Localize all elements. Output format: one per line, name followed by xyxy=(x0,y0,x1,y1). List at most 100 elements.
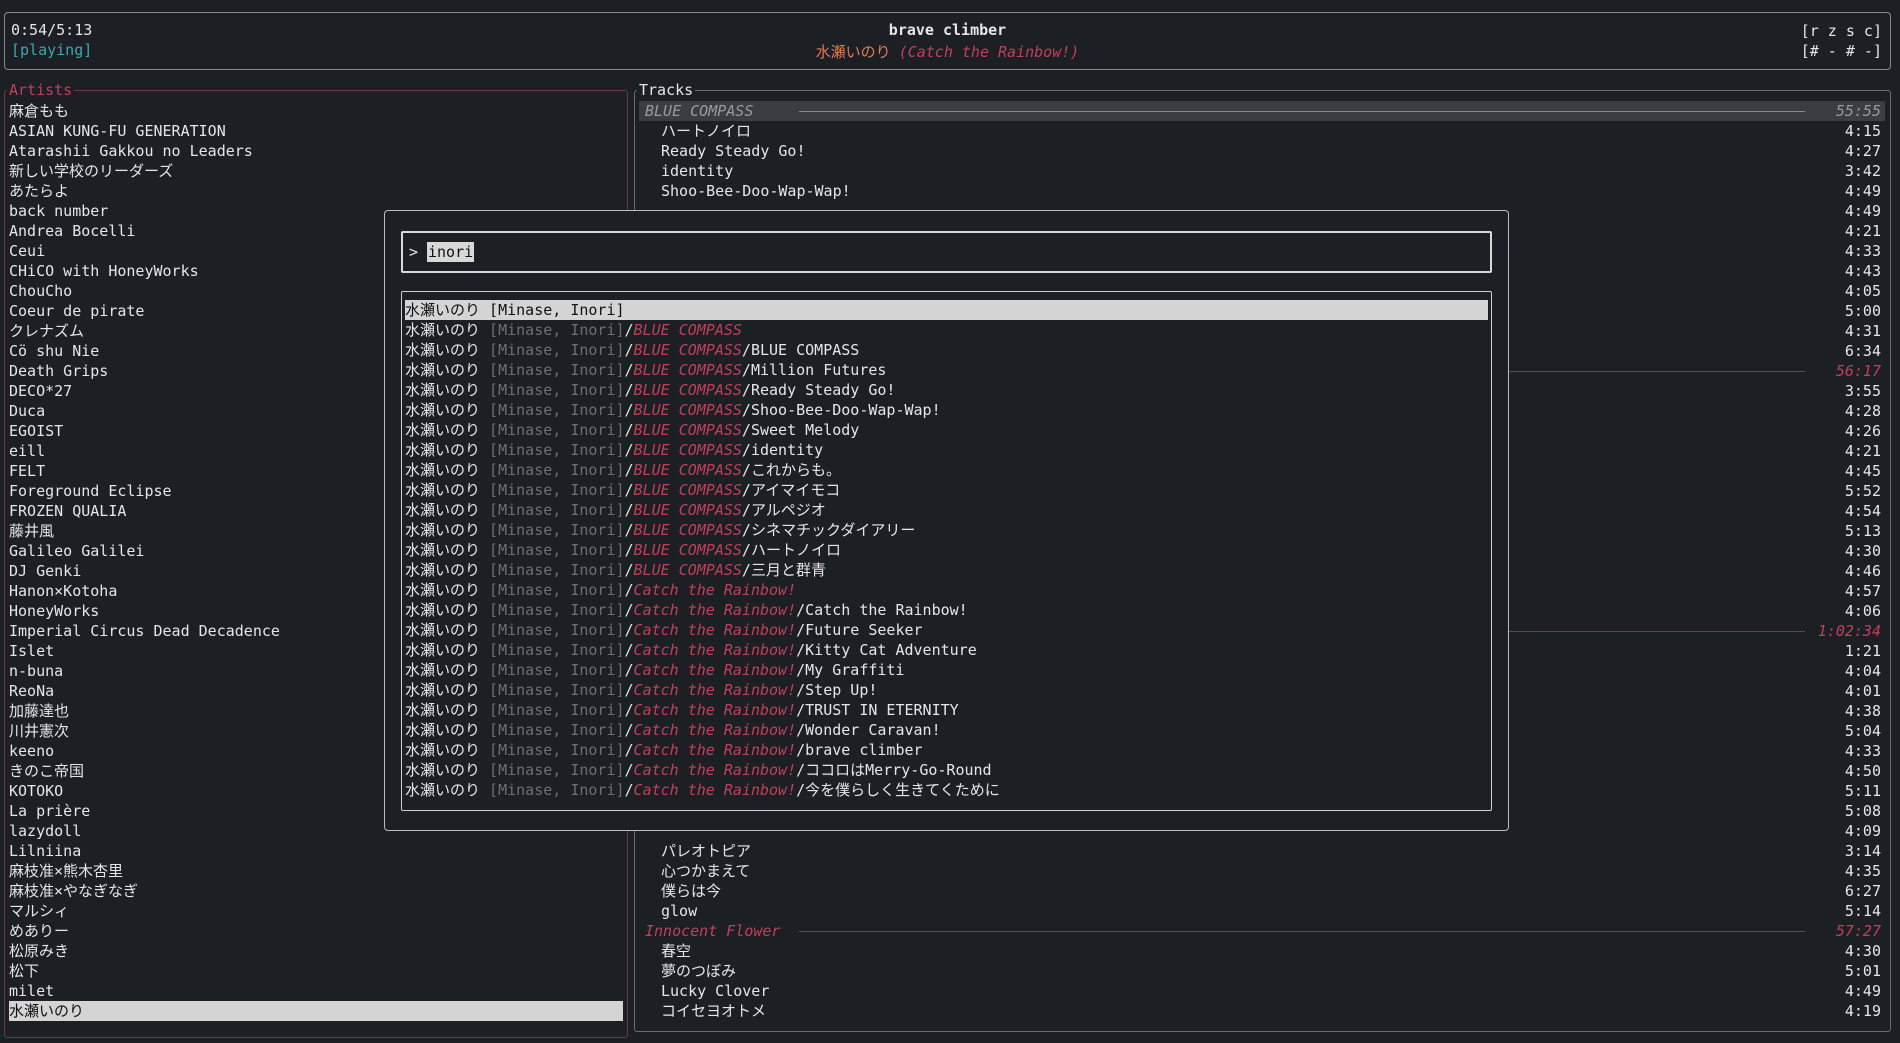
search-result-item[interactable]: 水瀬いのり [Minase, Inori]/BLUE COMPASS/アイマイモ… xyxy=(405,480,1488,500)
search-results-list: 水瀬いのり [Minase, Inori] 水瀬いのり [Minase, Inor… xyxy=(401,291,1492,811)
track-name: 夢のつぼみ xyxy=(661,962,737,980)
track-row[interactable]: 心つかまえて 4:35 xyxy=(639,861,1885,881)
mode-flags: [r z s c] [# - # -] xyxy=(1801,21,1882,61)
track-duration: 4:57 xyxy=(1844,582,1881,600)
search-input[interactable]: inori xyxy=(427,242,475,262)
result-album: BLUE COMPASS xyxy=(633,521,742,539)
result-artist: 水瀬いのり xyxy=(405,701,481,719)
result-artist-alias: [Minase, Inori] xyxy=(489,621,625,639)
track-row[interactable]: Shoo-Bee-Doo-Wap-Wap! 4:49 xyxy=(639,181,1885,201)
search-result-item[interactable]: 水瀬いのり [Minase, Inori]/BLUE COMPASS/三月と群青 xyxy=(405,560,1488,580)
result-album: Catch the Rainbow! xyxy=(633,601,797,619)
search-result-item[interactable]: 水瀬いのり [Minase, Inori]/Catch the Rainbow!… xyxy=(405,600,1488,620)
artist-list-item[interactable]: あたらよ xyxy=(9,181,623,201)
result-track: identity xyxy=(750,441,824,459)
track-name: コイセヨオトメ xyxy=(661,1002,767,1020)
result-artist-alias: [Minase, Inori] xyxy=(489,321,625,339)
result-artist: 水瀬いのり xyxy=(405,461,481,479)
search-box[interactable]: > inori xyxy=(401,231,1492,273)
track-duration: 4:21 xyxy=(1844,442,1881,460)
search-result-item[interactable]: 水瀬いのり [Minase, Inori]/BLUE COMPASS/シネマチッ… xyxy=(405,520,1488,540)
search-result-item[interactable]: 水瀬いのり [Minase, Inori]/Catch the Rainbow!… xyxy=(405,620,1488,640)
result-track: Kitty Cat Adventure xyxy=(805,641,977,659)
track-name: パレオトピア xyxy=(661,842,752,860)
search-result-item[interactable]: 水瀬いのり [Minase, Inori]/Catch the Rainbow! xyxy=(405,580,1488,600)
search-result-item[interactable]: 水瀬いのり [Minase, Inori]/BLUE COMPASS/アルペジオ xyxy=(405,500,1488,520)
search-result-item[interactable]: 水瀬いのり [Minase, Inori] xyxy=(405,300,1488,320)
result-artist: 水瀬いのり xyxy=(405,541,481,559)
track-duration: 4:27 xyxy=(1844,142,1881,160)
track-duration: 5:00 xyxy=(1844,302,1881,320)
search-result-item[interactable]: 水瀬いのり [Minase, Inori]/BLUE COMPASS/ハートノイ… xyxy=(405,540,1488,560)
result-artist-alias: [Minase, Inori] xyxy=(489,381,625,399)
result-album: BLUE COMPASS xyxy=(633,401,742,419)
search-result-item[interactable]: 水瀬いのり [Minase, Inori]/Catch the Rainbow!… xyxy=(405,760,1488,780)
search-result-item[interactable]: 水瀬いのり [Minase, Inori]/Catch the Rainbow!… xyxy=(405,720,1488,740)
result-track: 三月と群青 xyxy=(750,561,826,579)
search-result-item[interactable]: 水瀬いのり [Minase, Inori]/BLUE COMPASS/Shoo-… xyxy=(405,400,1488,420)
result-track: 今を僕らしく生きてくために xyxy=(805,781,1000,799)
track-duration: 4:54 xyxy=(1844,502,1881,520)
result-artist-alias: [Minase, Inori] xyxy=(489,421,625,439)
track-row[interactable]: 春空 4:30 xyxy=(639,941,1885,961)
artist-list-item[interactable]: 水瀬いのり xyxy=(9,1001,623,1021)
search-result-item[interactable]: 水瀬いのり [Minase, Inori]/BLUE COMPASS/Milli… xyxy=(405,360,1488,380)
artist-list-item[interactable]: マルシィ xyxy=(9,901,623,921)
artist-list-item[interactable]: 新しい学校のリーダーズ xyxy=(9,161,623,181)
artist-list-item[interactable]: ASIAN KUNG-FU GENERATION xyxy=(9,121,623,141)
search-result-item[interactable]: 水瀬いのり [Minase, Inori]/Catch the Rainbow!… xyxy=(405,740,1488,760)
result-track: ココロはMerry-Go-Round xyxy=(805,761,992,779)
search-result-item[interactable]: 水瀬いのり [Minase, Inori]/Catch the Rainbow!… xyxy=(405,780,1488,800)
result-artist: 水瀬いのり xyxy=(405,401,481,419)
artist-list-item[interactable]: 麻倉もも xyxy=(9,101,623,121)
track-row[interactable]: glow 5:14 xyxy=(639,901,1885,921)
result-album: Catch the Rainbow! xyxy=(633,781,797,799)
artist-list-item[interactable]: 麻枝准×やなぎなぎ xyxy=(9,881,623,901)
result-artist-alias: [Minase, Inori] xyxy=(489,401,625,419)
result-artist: 水瀬いのり xyxy=(405,781,481,799)
track-duration: 4:33 xyxy=(1844,242,1881,260)
artist-list-item[interactable]: Atarashii Gakkou no Leaders xyxy=(9,141,623,161)
artist-list-item[interactable]: めありー xyxy=(9,921,623,941)
track-row[interactable]: パレオトピア 3:14 xyxy=(639,841,1885,861)
track-duration: 4:01 xyxy=(1844,682,1881,700)
result-track: Future Seeker xyxy=(805,621,923,639)
result-album: Catch the Rainbow! xyxy=(633,681,797,699)
track-row[interactable]: ハートノイロ 4:15 xyxy=(639,121,1885,141)
search-result-item[interactable]: 水瀬いのり [Minase, Inori]/BLUE COMPASS xyxy=(405,320,1488,340)
search-result-item[interactable]: 水瀬いのり [Minase, Inori]/Catch the Rainbow!… xyxy=(405,680,1488,700)
artist-list-item[interactable]: 麻枝准×熊木杏里 xyxy=(9,861,623,881)
result-artist: 水瀬いのり xyxy=(405,421,481,439)
result-artist-alias: [Minase, Inori] xyxy=(489,601,625,619)
track-row[interactable]: 夢のつぼみ 5:01 xyxy=(639,961,1885,981)
result-artist-alias: [Minase, Inori] xyxy=(489,521,625,539)
artist-list-item[interactable]: Lilniina xyxy=(9,841,623,861)
search-result-item[interactable]: 水瀬いのり [Minase, Inori]/BLUE COMPASS/ident… xyxy=(405,440,1488,460)
search-result-item[interactable]: 水瀬いのり [Minase, Inori]/Catch the Rainbow!… xyxy=(405,660,1488,680)
result-artist: 水瀬いのり xyxy=(405,521,481,539)
artist-list-item[interactable]: 松下 xyxy=(9,961,623,981)
track-row[interactable]: Ready Steady Go! 4:27 xyxy=(639,141,1885,161)
search-result-item[interactable]: 水瀬いのり [Minase, Inori]/BLUE COMPASS/Sweet… xyxy=(405,420,1488,440)
result-track: Million Futures xyxy=(750,361,887,379)
track-row[interactable]: 僕らは今 6:27 xyxy=(639,881,1885,901)
track-duration: 6:34 xyxy=(1844,342,1881,360)
search-result-item[interactable]: 水瀬いのり [Minase, Inori]/BLUE COMPASS/BLUE … xyxy=(405,340,1488,360)
artist-list-item[interactable]: 松原みき xyxy=(9,941,623,961)
search-result-item[interactable]: 水瀬いのり [Minase, Inori]/BLUE COMPASS/Ready… xyxy=(405,380,1488,400)
artist-list-item[interactable]: milet xyxy=(9,981,623,1001)
track-row[interactable]: コイセヨオトメ 4:19 xyxy=(639,1001,1885,1021)
result-artist: 水瀬いのり xyxy=(405,741,481,759)
search-result-item[interactable]: 水瀬いのり [Minase, Inori]/BLUE COMPASS/これからも… xyxy=(405,460,1488,480)
search-result-item[interactable]: 水瀬いのり [Minase, Inori]/Catch the Rainbow!… xyxy=(405,700,1488,720)
search-result-item[interactable]: 水瀬いのり [Minase, Inori]/Catch the Rainbow!… xyxy=(405,640,1488,660)
track-duration: 3:55 xyxy=(1844,382,1881,400)
album-header-row[interactable]: Innocent Flower 57:27 xyxy=(639,921,1885,941)
result-track: brave climber xyxy=(805,741,923,759)
album-header-row[interactable]: BLUE COMPASS 55:55 xyxy=(639,101,1885,121)
result-artist-alias: [Minase, Inori] xyxy=(489,301,625,319)
result-album: BLUE COMPASS xyxy=(633,461,742,479)
track-row[interactable]: identity 3:42 xyxy=(639,161,1885,181)
result-artist-alias: [Minase, Inori] xyxy=(489,641,625,659)
track-row[interactable]: Lucky Clover 4:49 xyxy=(639,981,1885,1001)
